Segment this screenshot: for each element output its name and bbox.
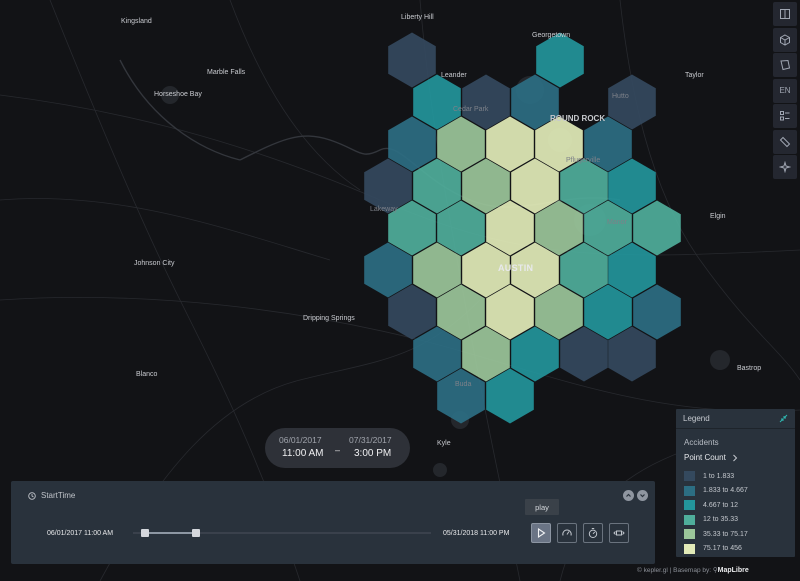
chevron-up-icon <box>626 493 631 497</box>
playback-controls <box>531 523 629 543</box>
city-label-manor: Manor <box>607 219 627 226</box>
draw-button[interactable] <box>773 53 797 77</box>
city-label-austin: AUSTIN <box>498 263 534 273</box>
legend-label: 75.17 to 456 <box>703 545 742 553</box>
city-label-johnson-city: Johnson City <box>134 260 175 267</box>
city-label-blanco: Blanco <box>136 371 158 378</box>
legend-row: 1.833 to 4.667 <box>684 484 748 499</box>
chevron-down-icon <box>640 494 645 498</box>
legend-header: Legend <box>676 409 795 429</box>
animation-title: StartTime <box>28 491 75 500</box>
ruler-button[interactable] <box>773 129 797 154</box>
time-range-display: 06/01/2017 11:00 AM – 07/31/2017 3:00 PM <box>265 428 410 468</box>
city-label-pflugerville: Pflugerville <box>566 157 601 164</box>
play-button[interactable] <box>531 523 551 543</box>
attribution-brand: MapLibre <box>717 567 749 574</box>
legend-row: 1 to 1.833 <box>684 469 748 484</box>
range-start-time: 11:00 AM <box>282 448 324 459</box>
3d-view-button[interactable] <box>773 27 797 52</box>
attribution-text: © kepler.gl | Basemap by: <box>637 567 712 574</box>
city-label-bastrop: Bastrop <box>737 365 762 372</box>
panel-toggle-group <box>623 490 648 501</box>
city-label-elgin: Elgin <box>710 213 726 220</box>
range-start-date: 06/01/2017 <box>279 435 322 445</box>
collapse-arrows-icon[interactable] <box>779 414 788 423</box>
timer-button[interactable] <box>583 523 603 543</box>
legend-field-name: Point Count <box>684 453 726 462</box>
range-end-date: 07/31/2017 <box>349 435 392 445</box>
city-label-lakeway: Lakeway <box>370 206 398 213</box>
legend-rows: 1 to 1.833 1.833 to 4.667 4.667 to 12 12… <box>684 469 748 556</box>
legend-label: 1 to 1.833 <box>703 472 735 480</box>
language-button[interactable]: EN <box>773 78 797 103</box>
city-label-liberty-hill: Liberty Hill <box>401 14 434 21</box>
split-map-icon <box>780 9 790 19</box>
legend-panel: Legend Accidents Point Count 1 to 1.833 … <box>676 409 795 557</box>
legend-swatch <box>684 514 695 525</box>
legend-row: 35.33 to 75.17 <box>684 527 748 542</box>
slider-end-handle[interactable] <box>191 529 200 537</box>
maplibre-logo[interactable]: ⚲MapLibre <box>713 567 749 574</box>
city-label-round-rock: ROUND ROCK <box>550 114 606 123</box>
legend-field[interactable]: Point Count <box>684 453 738 462</box>
animation-field-label: StartTime <box>41 491 76 500</box>
window-button[interactable] <box>609 523 629 543</box>
chevron-right-icon <box>732 454 738 461</box>
animation-control-panel: StartTime play 06/01/2017 11:00 AM 05/31… <box>11 481 655 564</box>
range-end-time: 3:00 PM <box>354 448 392 459</box>
city-label-marble-falls: Marble Falls <box>207 69 246 76</box>
legend-row: 75.17 to 456 <box>684 542 748 557</box>
legend-label: 35.33 to 75.17 <box>703 530 748 538</box>
speedometer-icon <box>562 529 572 536</box>
legend-label: 12 to 35.33 <box>703 516 739 524</box>
time-slider[interactable] <box>133 529 431 537</box>
map-view[interactable]: Kingsland Liberty Hill Georgetown Marble Fa… <box>0 0 800 581</box>
cube-icon <box>780 33 790 46</box>
split-map-button[interactable] <box>773 2 797 26</box>
legend-swatch <box>684 543 695 554</box>
legend-label: 4.667 to 12 <box>703 501 739 509</box>
city-label-dripping-springs: Dripping Springs <box>303 315 355 322</box>
legend-swatch <box>684 529 695 540</box>
expand-button[interactable] <box>637 490 648 501</box>
play-icon <box>537 527 546 539</box>
city-label-kyle: Kyle <box>437 440 451 447</box>
city-label-hutto: Hutto <box>612 93 629 100</box>
range-separator: – <box>335 445 341 455</box>
city-label-cedar-park: Cedar Park <box>453 106 489 113</box>
play-tooltip: play <box>525 499 559 515</box>
ruler-icon <box>779 136 791 147</box>
city-label-buda: Buda <box>455 381 472 388</box>
ai-assistant-button[interactable] <box>773 155 797 179</box>
legend-label: 1.833 to 4.667 <box>703 487 748 495</box>
slider-selected-range[interactable] <box>145 532 196 534</box>
clock-icon <box>28 491 36 500</box>
domain-start-label: 06/01/2017 11:00 AM <box>47 530 114 537</box>
city-label-taylor: Taylor <box>685 72 704 79</box>
legend-row: 4.667 to 12 <box>684 498 748 513</box>
legend-row: 12 to 35.33 <box>684 513 748 528</box>
legend-title: Legend <box>683 414 710 423</box>
polygon-icon <box>780 59 791 71</box>
slider-start-handle[interactable] <box>141 529 149 537</box>
legend-swatch <box>684 500 695 511</box>
map-attribution: © kepler.gl | Basemap by: ⚲MapLibre <box>637 566 749 574</box>
sparkle-icon <box>779 161 791 173</box>
legend-swatch <box>684 485 695 496</box>
window-icon <box>613 530 625 536</box>
domain-end-label: 05/31/2018 11:00 PM <box>443 530 510 537</box>
speed-button[interactable] <box>557 523 577 543</box>
legend-toggle-button[interactable] <box>773 104 797 128</box>
collapse-button[interactable] <box>623 490 634 501</box>
legend-icon <box>780 111 790 121</box>
city-label-georgetown: Georgetown <box>532 32 571 39</box>
city-label-horseshoe-bay: Horseshoe Bay <box>154 91 202 98</box>
city-label-kingsland: Kingsland <box>121 18 152 25</box>
legend-swatch <box>684 471 695 482</box>
language-label: EN <box>779 86 791 95</box>
map-toolbar: EN <box>773 2 797 181</box>
timer-icon <box>588 528 598 539</box>
city-label-leander: Leander <box>441 72 467 79</box>
legend-layer-name: Accidents <box>684 438 719 447</box>
